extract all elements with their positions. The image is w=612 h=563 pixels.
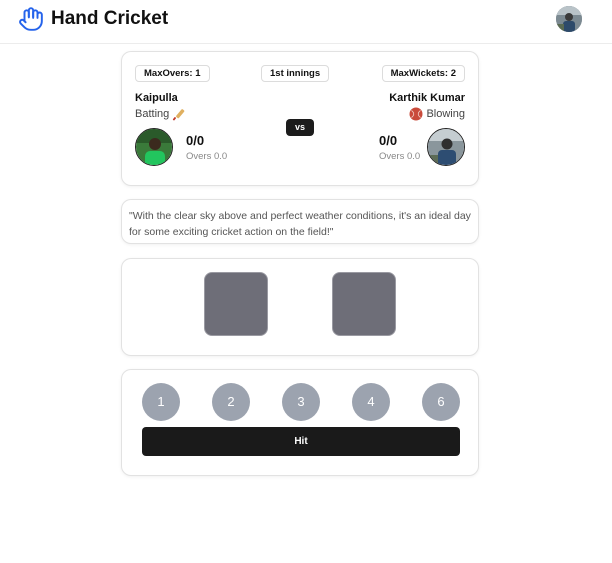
user-avatar[interactable] xyxy=(556,6,582,32)
max-overs-badge: MaxOvers: 1 xyxy=(135,65,210,82)
player1-hand-display xyxy=(204,272,268,336)
player1-score: 0/0 xyxy=(186,133,205,148)
player1-overs: Overs 0.0 xyxy=(186,151,228,162)
player2-avatar xyxy=(427,128,465,166)
player1-name: Kaipulla xyxy=(135,92,178,104)
vs-badge: vs xyxy=(286,119,314,136)
cricket-bat-icon xyxy=(173,109,185,121)
cricket-ball-icon xyxy=(409,107,423,121)
number-button-2[interactable]: 2 xyxy=(212,383,250,421)
player1-avatar xyxy=(135,128,173,166)
hands-card xyxy=(121,258,479,356)
number-button-3[interactable]: 3 xyxy=(282,383,320,421)
player1-role-label: Batting xyxy=(135,108,170,120)
player2-overs: Overs 0.0 xyxy=(379,151,421,162)
scoreboard-card: MaxOvers: 1 1st innings MaxWickets: 2 Ka… xyxy=(121,51,479,186)
innings-badge: 1st innings xyxy=(261,65,330,82)
number-button-1[interactable]: 1 xyxy=(142,383,180,421)
player2-role-label: Blowing xyxy=(426,108,465,120)
player2-hand-display xyxy=(332,272,396,336)
player2-role: Blowing xyxy=(409,107,465,121)
hand-icon xyxy=(19,7,43,31)
app-title: Hand Cricket xyxy=(51,8,169,29)
max-wickets-badge: MaxWickets: 2 xyxy=(381,65,465,82)
player2-score: 0/0 xyxy=(379,133,398,148)
app-header: Hand Cricket xyxy=(0,0,612,44)
player2-name: Karthik Kumar xyxy=(389,92,465,104)
player1-role: Batting xyxy=(135,107,186,121)
controls-card: 1 2 3 4 6 Hit xyxy=(121,369,479,476)
number-button-6[interactable]: 6 xyxy=(422,383,460,421)
hit-button[interactable]: Hit xyxy=(142,427,460,456)
commentary-text: "With the clear sky above and perfect we… xyxy=(129,210,471,238)
commentary-card: "With the clear sky above and perfect we… xyxy=(121,199,479,244)
number-button-4[interactable]: 4 xyxy=(352,383,390,421)
